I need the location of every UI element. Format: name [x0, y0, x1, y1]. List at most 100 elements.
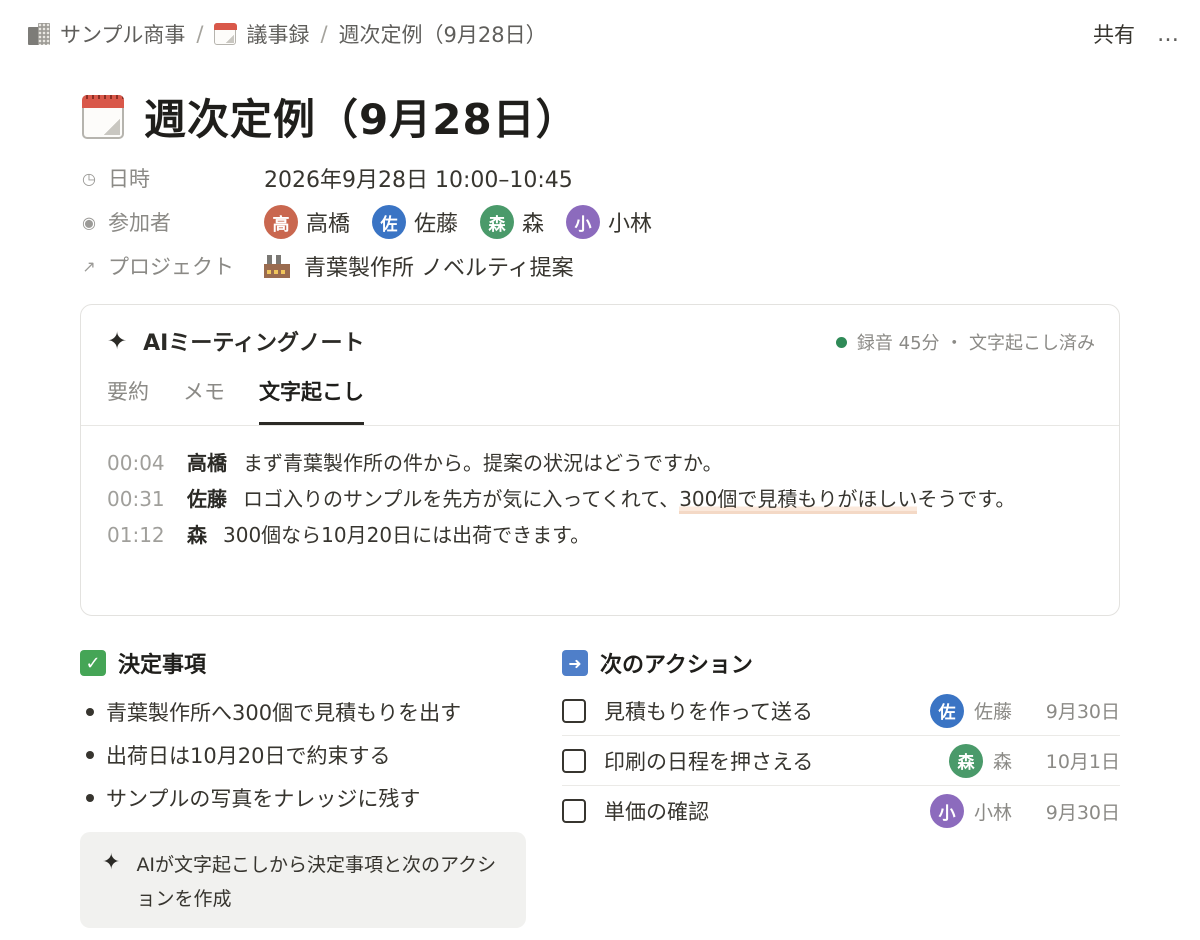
bullet-dot: [86, 707, 94, 716]
highlighted-phrase[interactable]: 300個で見積もりがほしい: [679, 487, 918, 514]
decisions-heading: ✓ 決定事項: [80, 646, 530, 680]
property-label[interactable]: ◉ 参加者: [80, 207, 264, 237]
task-assignee[interactable]: 森森: [948, 743, 1012, 778]
transcript-line: 00:31 佐藤 ロゴ入りのサンプルを先方が気に入ってくれて、300個で見積もりがほ…: [107, 481, 1099, 517]
task-checkbox[interactable]: [562, 748, 586, 773]
calendar-icon[interactable]: [82, 94, 124, 139]
timestamp[interactable]: 00:04: [107, 445, 187, 481]
property-datetime-label: 日時: [108, 167, 150, 191]
task-assignee[interactable]: 佐佐藤: [929, 693, 1012, 728]
ai-notes-header: ✦ AIミーティングノート: [107, 325, 365, 357]
property-datetime-value[interactable]: 2026年9月28日 10:00–10:45: [264, 162, 573, 194]
breadcrumb-workspace[interactable]: サンプル商事: [28, 19, 185, 49]
property-project-label: プロジェクト: [108, 255, 234, 279]
decision-text: 出荷日は10月20日で約束する: [106, 743, 391, 768]
tabs-divider: [81, 425, 1119, 426]
project-link[interactable]: 青葉製作所 ノベルティ提案: [304, 250, 574, 282]
transcript-text: 300個なら10月20日には出荷できます。: [223, 523, 591, 547]
decision-item: 出荷日は10月20日で約束する: [80, 733, 530, 776]
avatar: 高: [264, 205, 298, 239]
recording-status-text: 録音 45分 ・ 文字起こし済み: [856, 333, 1095, 354]
ai-generated-callout: ✦ AIが文字起こしから決定事項と次のアクションを作成: [80, 832, 526, 928]
breadcrumb-workspace-label: サンプル商事: [60, 23, 186, 47]
speaker-name: 佐藤: [187, 487, 227, 511]
task-label[interactable]: 単価の確認: [604, 796, 930, 826]
task-due-date[interactable]: 9月30日: [1034, 697, 1120, 724]
speaker-name: 森: [187, 523, 207, 547]
breadcrumb-page[interactable]: 週次定例（9月28日）: [339, 19, 547, 49]
ai-meeting-notes-card: ✦ AIミーティングノート 録音 45分 ・ 文字起こし済み 要約 メモ 文字起こし…: [80, 304, 1120, 616]
tab-要約[interactable]: 要約: [107, 375, 149, 425]
relation-arrow-icon: ↗: [82, 256, 96, 276]
timestamp[interactable]: 00:31: [107, 481, 187, 517]
task-checkbox[interactable]: [562, 698, 586, 723]
decision-item: サンプルの写真をナレッジに残す: [80, 776, 530, 819]
assignee-name: 小林: [973, 801, 1012, 824]
avatar: 佐: [929, 693, 964, 728]
transcript-text: ロゴ入りのサンプルを先方が気に入ってくれて、300個で見積もりがほしいそうです。: [243, 481, 1015, 517]
decisions-section: ✓ 決定事項 青葉製作所へ300個で見積もりを出す 出荷日は10月20日で約束する…: [80, 646, 530, 928]
share-button[interactable]: 共有: [1093, 19, 1135, 49]
transcript-line: 01:12 森 300個なら10月20日には出荷できます。: [107, 517, 1099, 553]
avatar: 森: [948, 743, 983, 778]
property-project: ↗ プロジェクト 青葉製作所 ノベルティ提案: [80, 244, 674, 288]
right-arrow-icon: ➜: [562, 650, 588, 676]
ai-generated-note: AIが文字起こしから決定事項と次のアクションを作成: [136, 854, 497, 910]
breadcrumb-separator: /: [320, 22, 328, 46]
decisions-list: 青葉製作所へ300個で見積もりを出す 出荷日は10月20日で約束するサンプルの写真…: [80, 690, 530, 819]
property-datetime: ◷ 日時 2026年9月28日 10:00–10:45: [80, 156, 674, 200]
speaker-name: 高橋: [187, 451, 227, 475]
participant-chip[interactable]: 小小林: [566, 205, 652, 239]
property-label[interactable]: ◷ 日時: [80, 163, 264, 193]
transcript-text: まず青葉製作所の件から。提案の状況はどうですか。: [243, 451, 723, 475]
participant-chip[interactable]: 佐佐藤: [372, 205, 458, 239]
check-mark-icon: ✓: [80, 650, 106, 676]
breadcrumb-section[interactable]: 議事録: [213, 19, 310, 49]
property-participants: ◉ 参加者 高高橋佐佐藤森森小小林: [80, 200, 674, 244]
building-icon: [28, 23, 50, 45]
decision-item: 青葉製作所へ300個で見積もりを出す: [80, 690, 530, 733]
avatar: 小: [929, 794, 964, 828]
avatar: 森: [480, 205, 515, 239]
participant-name: 小林: [608, 212, 653, 237]
task-due-date[interactable]: 9月30日: [1034, 798, 1120, 825]
task-row: 単価の確認小小林 9月30日: [562, 786, 1120, 836]
transcript: 00:04 高橋 まず青葉製作所の件から。提案の状況はどうですか。 00:31 佐藤 ロゴ…: [107, 445, 1099, 553]
task-label[interactable]: 印刷の日程を押さえる: [604, 746, 949, 776]
breadcrumb-page-label: 週次定例（9月28日）: [338, 23, 547, 47]
timestamp[interactable]: 01:12: [107, 517, 187, 553]
property-participants-label: 参加者: [108, 211, 171, 235]
transcript-line: 00:04 高橋 まず青葉製作所の件から。提案の状況はどうですか。: [107, 445, 1099, 481]
bullet-dot: [86, 750, 94, 759]
factory-icon: [264, 254, 290, 278]
property-participants-value[interactable]: 高高橋佐佐藤森森小小林: [264, 205, 674, 239]
task-assignee[interactable]: 小小林: [929, 794, 1012, 828]
task-checkbox[interactable]: [562, 799, 586, 823]
page-header: 週次定例（9月28日）: [82, 86, 579, 147]
more-options-icon[interactable]: …: [1157, 22, 1180, 47]
task-due-date[interactable]: 10月1日: [1034, 747, 1120, 774]
actions-heading: ➜ 次のアクション: [562, 646, 1120, 680]
assignee-name: 森: [992, 751, 1012, 773]
tab-メモ[interactable]: メモ: [183, 375, 225, 425]
task-row: 印刷の日程を押さえる森森 10月1日: [562, 736, 1120, 786]
page-title[interactable]: 週次定例（9月28日）: [144, 86, 579, 147]
clock-icon: ◷: [82, 168, 96, 188]
decision-text: サンプルの写真をナレッジに残す: [106, 786, 421, 811]
property-label[interactable]: ↗ プロジェクト: [80, 251, 264, 281]
task-list: 見積もりを作って送る佐佐藤 9月30日 印刷の日程を押さえる森森 10月1日 単価の確認…: [562, 686, 1120, 836]
next-actions-section: ➜ 次のアクション 見積もりを作って送る佐佐藤 9月30日 印刷の日程を押さえる森森…: [562, 646, 1120, 836]
participant-name: 森: [522, 212, 545, 237]
ai-sparkle-icon: ✦: [102, 850, 121, 875]
breadcrumb-separator: /: [196, 22, 204, 46]
decision-text: 青葉製作所へ300個で見積もりを出す: [106, 700, 462, 725]
calendar-icon: [213, 22, 237, 45]
tab-文字起こし[interactable]: 文字起こし: [259, 375, 364, 425]
participant-chip[interactable]: 森森: [480, 205, 544, 239]
task-row: 見積もりを作って送る佐佐藤 9月30日: [562, 686, 1120, 736]
breadcrumb-section-label: 議事録: [246, 23, 310, 47]
property-project-value[interactable]: 青葉製作所 ノベルティ提案: [264, 250, 574, 282]
participant-name: 佐藤: [414, 212, 459, 237]
task-label[interactable]: 見積もりを作って送る: [604, 696, 930, 726]
participant-chip[interactable]: 高高橋: [264, 205, 350, 239]
